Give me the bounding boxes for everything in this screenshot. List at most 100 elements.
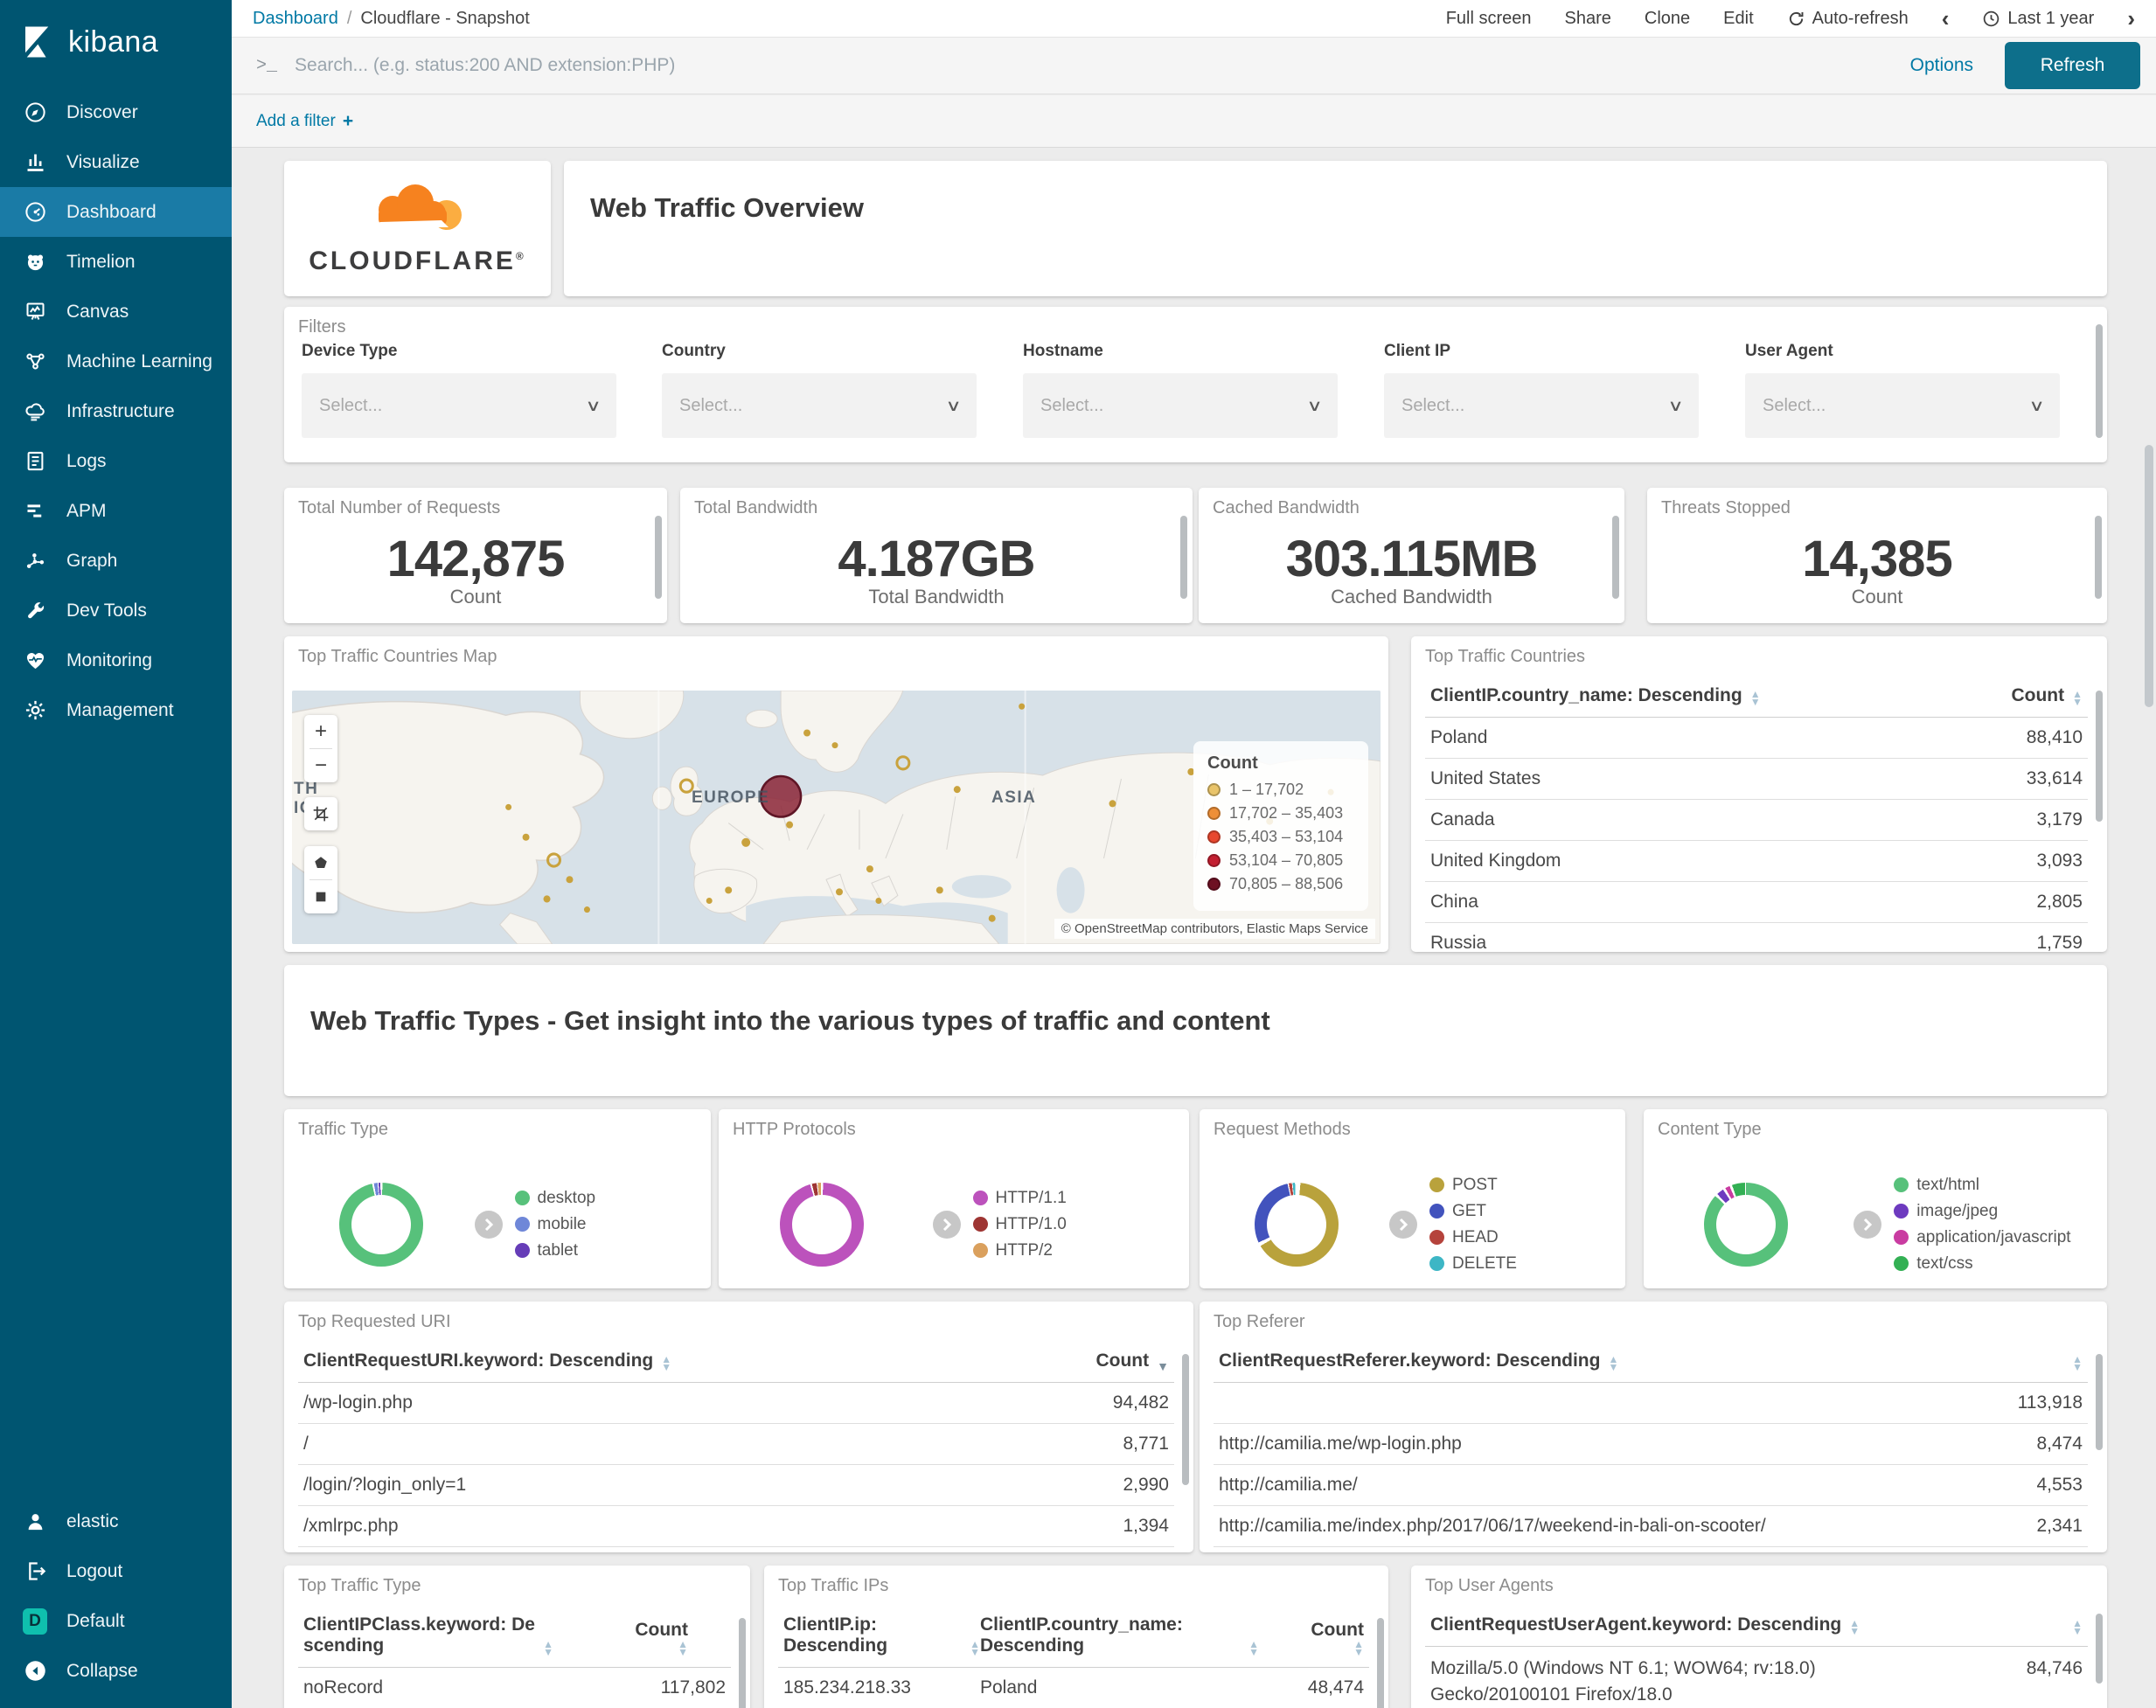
sidebar-item-logout[interactable]: Logout — [0, 1546, 232, 1596]
sidebar-item-canvas[interactable]: Canvas — [0, 287, 232, 337]
sort-icon[interactable]: ▲ ▼ — [1353, 1639, 1364, 1657]
table-row[interactable]: /8,771 — [298, 1424, 1174, 1465]
legend-expand-icon[interactable] — [1388, 1210, 1417, 1239]
table-row[interactable]: Poland 88,410 — [1425, 718, 2088, 759]
sort-icon[interactable]: ▲ ▼ — [1849, 1618, 1860, 1636]
column-header[interactable]: Count — [2011, 685, 2064, 706]
column-header[interactable]: ClientIP.country_name: Descending — [1430, 685, 1742, 706]
table-row[interactable]: 113,918 — [1214, 1383, 2088, 1424]
share-button[interactable]: Share — [1565, 9, 1611, 29]
table-row[interactable]: Mozilla/5.0 (Windows NT 6.1; WOW64; rv:1… — [1425, 1647, 2088, 1708]
legend-expand-icon[interactable] — [932, 1210, 961, 1239]
scrollbar[interactable] — [655, 516, 662, 599]
sidebar-item-dev-tools[interactable]: Dev Tools — [0, 586, 232, 635]
sort-icon[interactable]: ▲ ▼ — [678, 1639, 688, 1657]
sidebar-item-discover[interactable]: Discover — [0, 87, 232, 137]
sort-icon[interactable]: ▲ ▼ — [2072, 1354, 2083, 1372]
scrollbar[interactable] — [2095, 516, 2102, 599]
scrollbar[interactable] — [1377, 1618, 1384, 1708]
time-back-button[interactable]: ‹ — [1942, 5, 1950, 32]
sort-icon[interactable]: ▲ ▼ — [2072, 689, 2083, 707]
column-header[interactable]: ClientRequestUserAgent.keyword: Descendi… — [1430, 1614, 1841, 1635]
sidebar-item-collapse[interactable]: Collapse — [0, 1646, 232, 1696]
search-input[interactable] — [295, 55, 1910, 76]
sidebar-item-infrastructure[interactable]: Infrastructure — [0, 386, 232, 436]
table-row[interactable]: United Kingdom 3,093 — [1425, 841, 2088, 882]
sort-icon[interactable]: ▲ ▼ — [970, 1639, 980, 1657]
sort-desc-icon[interactable]: ▼ — [1157, 1360, 1169, 1372]
scrollbar[interactable] — [2096, 324, 2103, 438]
legend-item[interactable]: application/javascript — [1894, 1228, 2098, 1247]
time-forward-button[interactable]: › — [2127, 5, 2135, 32]
table-row[interactable]: http://camilia.me/4,553 — [1214, 1465, 2088, 1506]
sidebar-item-timelion[interactable]: Timelion — [0, 237, 232, 287]
column-header[interactable]: ClientRequestReferer.keyword: Descending — [1219, 1350, 1600, 1371]
table-row[interactable]: Russia 1,759 — [1425, 923, 2088, 952]
legend-item[interactable]: tablet — [514, 1241, 702, 1260]
world-map[interactable]: EUROPE ASIA TH IC + − Count 1 – 17,702 1… — [292, 691, 1381, 944]
sort-icon[interactable]: ▲ ▼ — [1608, 1354, 1618, 1372]
sort-icon[interactable]: ▲ ▼ — [1750, 689, 1761, 707]
donut-chart[interactable] — [1703, 1182, 1788, 1267]
legend-item[interactable]: text/css — [1894, 1254, 2098, 1274]
legend-item[interactable]: HEAD — [1429, 1228, 1617, 1247]
sidebar-item-user[interactable]: elastic — [0, 1496, 232, 1546]
table-row[interactable]: China 2,805 — [1425, 882, 2088, 923]
kibana-logo[interactable]: kibana — [0, 0, 232, 87]
scrollbar[interactable] — [1612, 516, 1619, 599]
donut-chart[interactable] — [339, 1182, 424, 1267]
column-header[interactable]: ClientIP.ip: Descending — [783, 1614, 962, 1656]
client-ip-select[interactable]: Select... ∨ — [1384, 373, 1699, 438]
sidebar-item-apm[interactable]: APM — [0, 486, 232, 536]
page-scrollbar[interactable] — [2145, 445, 2153, 707]
legend-item[interactable]: HTTP/1.1 — [972, 1189, 1180, 1208]
breadcrumb-dashboard-link[interactable]: Dashboard — [253, 9, 338, 29]
sidebar-item-graph[interactable]: Graph — [0, 536, 232, 586]
legend-item[interactable]: HTTP/2 — [972, 1241, 1180, 1260]
legend-item[interactable]: desktop — [514, 1189, 702, 1208]
table-row[interactable]: United States 33,614 — [1425, 759, 2088, 800]
map-fit-bounds-button[interactable] — [304, 797, 337, 830]
device-type-select[interactable]: Select... ∨ — [302, 373, 616, 438]
map-attribution[interactable]: © OpenStreetMap contributors, Elastic Ma… — [1054, 919, 1375, 939]
time-picker[interactable]: Last 1 year — [1982, 9, 2094, 29]
donut-chart[interactable] — [779, 1182, 864, 1267]
scrollbar[interactable] — [2096, 1614, 2103, 1684]
scrollbar[interactable] — [2096, 691, 2103, 822]
legend-item[interactable]: HTTP/1.0 — [972, 1215, 1180, 1234]
legend-item[interactable]: DELETE — [1429, 1254, 1617, 1274]
table-row[interactable]: Canada 3,179 — [1425, 800, 2088, 841]
scrollbar[interactable] — [739, 1618, 746, 1708]
sort-icon[interactable]: ▲ ▼ — [1248, 1639, 1259, 1657]
sidebar-item-management[interactable]: Management — [0, 685, 232, 735]
sidebar-item-machine-learning[interactable]: Machine Learning — [0, 337, 232, 386]
scrollbar[interactable] — [2096, 1354, 2103, 1450]
legend-item[interactable]: GET — [1429, 1202, 1617, 1221]
full-screen-button[interactable]: Full screen — [1446, 9, 1532, 29]
table-row[interactable]: /xmlrpc.php 1,394 — [298, 1506, 1174, 1547]
refresh-button[interactable]: Refresh — [2005, 42, 2140, 89]
table-row[interactable]: noRecord 117,802 — [298, 1668, 731, 1708]
options-link[interactable]: Options — [1910, 55, 1973, 76]
sidebar-item-default-space[interactable]: D Default — [0, 1596, 232, 1646]
add-filter-link[interactable]: Add a filter — [256, 112, 336, 131]
sort-icon[interactable]: ▲ ▼ — [661, 1354, 671, 1372]
sidebar-item-dashboard[interactable]: Dashboard — [0, 187, 232, 237]
hostname-select[interactable]: Select... ∨ — [1023, 373, 1338, 438]
donut-chart[interactable] — [1255, 1182, 1339, 1267]
scrollbar[interactable] — [1180, 516, 1187, 599]
legend-expand-icon[interactable] — [474, 1210, 503, 1239]
country-select[interactable]: Select... ∨ — [662, 373, 977, 438]
sort-icon[interactable]: ▲ ▼ — [2072, 1618, 2083, 1636]
map-zoom-in-button[interactable]: + — [304, 715, 337, 748]
sort-icon[interactable]: ▲ ▼ — [543, 1639, 553, 1657]
map-zoom-out-button[interactable]: − — [304, 749, 337, 782]
table-row[interactable]: http://camilia.me/wp-login.php 8,474 — [1214, 1424, 2088, 1465]
legend-item[interactable]: text/html — [1894, 1176, 2098, 1195]
sidebar-item-monitoring[interactable]: Monitoring — [0, 635, 232, 685]
column-header[interactable]: ClientRequestURI.keyword: Descending — [303, 1350, 653, 1371]
clone-button[interactable]: Clone — [1645, 9, 1690, 29]
column-header[interactable]: Count — [1095, 1350, 1149, 1371]
table-row[interactable]: 185.234.218.33 Poland 48,474 — [778, 1668, 1369, 1708]
legend-expand-icon[interactable] — [1853, 1210, 1882, 1239]
